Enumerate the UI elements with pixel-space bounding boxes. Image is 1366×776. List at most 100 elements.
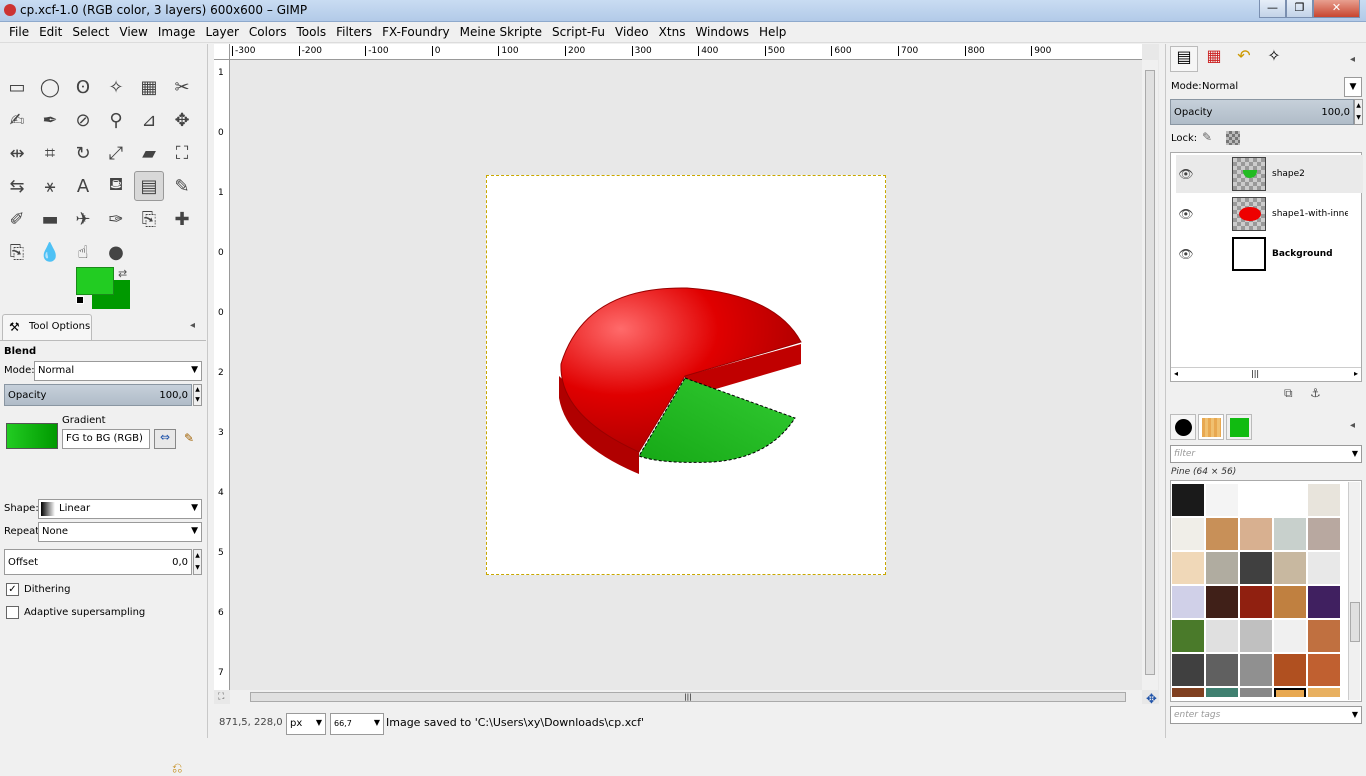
zoom-tool-icon[interactable]: ⚲	[101, 105, 131, 135]
unit-select[interactable]: px ▼	[286, 713, 326, 735]
pattern-swatch[interactable]	[1206, 552, 1238, 584]
opacity-slider[interactable]: Opacity 100,0	[4, 384, 192, 406]
move-tool-icon[interactable]: ✥	[167, 105, 197, 135]
paths-tool-icon[interactable]: ✒	[35, 105, 65, 135]
select-by-color-tool-icon[interactable]: ▦	[134, 72, 164, 102]
pattern-swatch[interactable]	[1240, 552, 1272, 584]
tab-tool-options[interactable]: ⚒ Tool Options	[2, 314, 92, 340]
pattern-swatch[interactable]	[1308, 484, 1340, 516]
pattern-swatch[interactable]	[1274, 518, 1306, 550]
anchor-layer-icon[interactable]: ⚓	[1310, 386, 1321, 400]
pattern-swatch[interactable]	[1240, 620, 1272, 652]
pattern-swatch[interactable]	[1206, 518, 1238, 550]
zoom-select[interactable]: 66,7 ▼	[330, 713, 384, 735]
clone-tool-icon[interactable]: ⎘	[134, 204, 164, 234]
pattern-swatch[interactable]	[1172, 620, 1204, 652]
scroll-left-icon[interactable]: ◂	[1174, 369, 1178, 378]
eye-icon[interactable]: 👁	[1176, 207, 1196, 221]
vertical-scroll-thumb[interactable]	[1145, 70, 1155, 675]
opacity-spin[interactable]: ▲ ▼	[193, 384, 202, 406]
menu-select[interactable]: Select	[67, 22, 114, 42]
eraser-tool-icon[interactable]: ▬	[35, 204, 65, 234]
dodge-burn-tool-icon[interactable]: ●	[101, 237, 131, 267]
restore-defaults-icon[interactable]: ⎌	[172, 761, 182, 776]
tab-gradients[interactable]	[1226, 414, 1252, 440]
pattern-filter-field[interactable]: filter ▼	[1170, 445, 1362, 463]
pattern-swatch[interactable]	[1240, 484, 1272, 516]
menu-tools[interactable]: Tools	[292, 22, 332, 42]
menu-help[interactable]: Help	[754, 22, 791, 42]
pattern-swatch[interactable]	[1172, 586, 1204, 618]
panel-menu-icon[interactable]: ◂	[1350, 420, 1355, 431]
pattern-swatch[interactable]	[1172, 688, 1204, 697]
navigate-icon[interactable]: ✥	[1146, 692, 1157, 707]
pattern-swatch[interactable]	[1206, 688, 1238, 697]
measure-tool-icon[interactable]: ⊿	[134, 105, 164, 135]
menu-xtns[interactable]: Xtns	[654, 22, 691, 42]
heal-tool-icon[interactable]: ✚	[167, 204, 197, 234]
pattern-swatch[interactable]	[1308, 688, 1340, 697]
layer-mode-value[interactable]: Normal	[1202, 81, 1238, 92]
pattern-swatch[interactable]	[1240, 586, 1272, 618]
gradient-name-field[interactable]: FG to BG (RGB)	[62, 429, 150, 449]
gradient-preview[interactable]	[6, 423, 58, 449]
crop-tool-icon[interactable]: ⌗	[35, 138, 65, 168]
pattern-swatch[interactable]	[1274, 552, 1306, 584]
pattern-swatch[interactable]	[1172, 552, 1204, 584]
duplicate-layer-icon[interactable]: ⧉	[1284, 386, 1293, 401]
layers-hscrollbar[interactable]: ◂ ||| ▸	[1171, 367, 1361, 381]
menu-filters[interactable]: Filters	[331, 22, 377, 42]
tab-channels[interactable]: ▦	[1200, 46, 1228, 72]
ellipse-select-tool-icon[interactable]: ◯	[35, 72, 65, 102]
color-picker-tool-icon[interactable]: ⊘	[68, 105, 98, 135]
patterns-scrollbar[interactable]	[1348, 482, 1360, 700]
repeat-select[interactable]: None ▼	[38, 522, 202, 542]
horizontal-scroll-thumb[interactable]: |||	[250, 692, 1126, 702]
layer-opacity-slider[interactable]: Opacity 100,0	[1170, 99, 1354, 125]
scissors-tool-icon[interactable]: ✂	[167, 72, 197, 102]
free-select-tool-icon[interactable]: ʘ	[68, 72, 98, 102]
horizontal-scrollbar[interactable]: |||	[230, 690, 1142, 704]
quick-mask-corner[interactable]	[214, 44, 230, 60]
perspective-tool-icon[interactable]: ⛶	[167, 138, 197, 168]
foreground-color-swatch[interactable]	[76, 267, 114, 295]
align-tool-icon[interactable]: ⇹	[2, 138, 32, 168]
menu-layer[interactable]: Layer	[200, 22, 243, 42]
menu-file[interactable]: File	[4, 22, 34, 42]
vertical-scrollbar[interactable]	[1142, 60, 1158, 690]
shear-tool-icon[interactable]: ▰	[134, 138, 164, 168]
maximize-button[interactable]: ❐	[1286, 0, 1313, 18]
foreground-select-tool-icon[interactable]: ✍	[2, 105, 32, 135]
layer-row[interactable]: 👁 Background	[1176, 235, 1363, 273]
scroll-right-icon[interactable]: ▸	[1354, 369, 1358, 378]
panel-menu-icon[interactable]: ◂	[190, 320, 195, 331]
pattern-swatch[interactable]	[1240, 688, 1272, 697]
pattern-swatch[interactable]	[1308, 518, 1340, 550]
tags-field[interactable]: enter tags ▼	[1170, 706, 1362, 724]
tab-paths[interactable]: ✧	[1260, 46, 1288, 72]
pencil-tool-icon[interactable]: ✎	[167, 171, 197, 201]
pattern-swatch[interactable]	[1240, 654, 1272, 686]
tab-patterns[interactable]	[1198, 414, 1224, 440]
pattern-swatch[interactable]	[1206, 654, 1238, 686]
zoom-toggle-icon[interactable]: ⛶	[218, 692, 224, 702]
menu-script-fu[interactable]: Script-Fu	[547, 22, 610, 42]
menu-video[interactable]: Video	[610, 22, 654, 42]
offset-spin[interactable]: ▲ ▼	[193, 549, 202, 575]
pattern-swatch[interactable]	[1172, 518, 1204, 550]
smudge-tool-icon[interactable]: ☝	[68, 237, 98, 267]
pattern-swatch[interactable]	[1274, 654, 1306, 686]
layer-row[interactable]: 👁 shape1-with-inner	[1176, 195, 1363, 233]
mode-select[interactable]: Normal ▼	[34, 361, 202, 381]
eye-icon[interactable]: 👁	[1176, 167, 1196, 181]
text-tool-icon[interactable]: A	[68, 171, 98, 201]
flip-tool-icon[interactable]: ⇆	[2, 171, 32, 201]
menu-fx-foundry[interactable]: FX-Foundry	[377, 22, 455, 42]
paintbrush-tool-icon[interactable]: ✐	[2, 204, 32, 234]
lock-alpha-icon[interactable]	[1226, 131, 1240, 145]
panel-menu-icon[interactable]: ◂	[1350, 54, 1355, 65]
layer-row[interactable]: 👁 shape2	[1176, 155, 1363, 193]
blend-tool-icon[interactable]: ▤	[134, 171, 164, 201]
pattern-swatch[interactable]	[1206, 586, 1238, 618]
pattern-swatch[interactable]	[1308, 552, 1340, 584]
